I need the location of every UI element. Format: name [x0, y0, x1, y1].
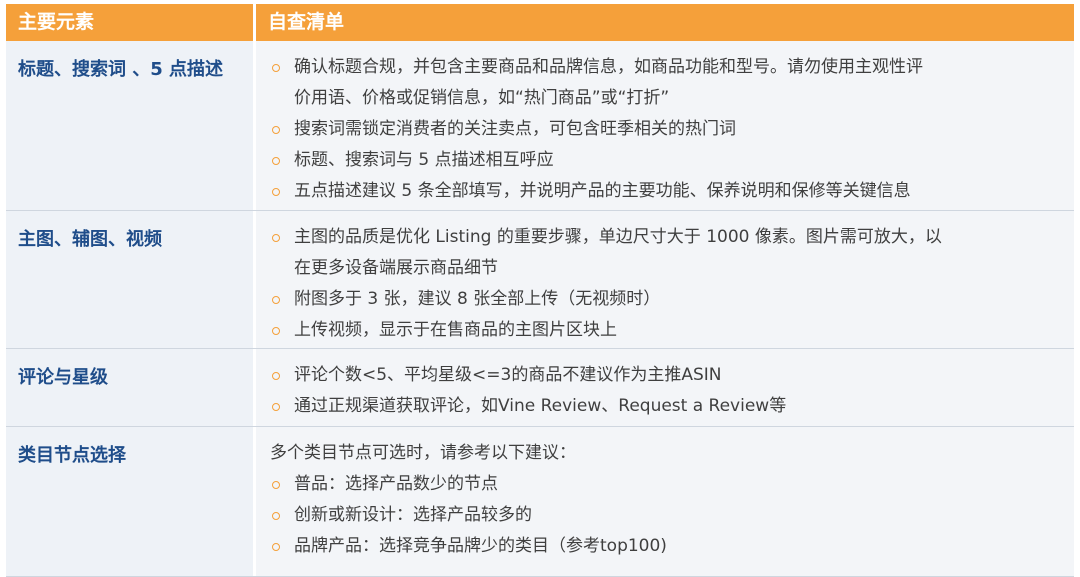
- table-row: 主图、辅图、视频 主图的品质是优化 Listing 的重要步骤，单边尺寸大于 10…: [6, 211, 1074, 349]
- checklist-item: 五点描述建议 5 条全部填写，并说明产品的主要功能、保养说明和保修等关键信息: [270, 176, 1074, 207]
- row-element-label: 类目节点选择: [6, 427, 256, 576]
- row-checklist: 主图的品质是优化 Listing 的重要步骤，单边尺寸大于 1000 像素。图片…: [256, 211, 1074, 348]
- checklist-item-text: 在更多设备端展示商品细节: [294, 258, 498, 278]
- table-row: 标题、搜索词 、5 点描述 确认标题合规，并包含主要商品和品牌信息，如商品功能和型…: [6, 41, 1074, 211]
- checklist-text: 多个类目节点可选时，请参考以下建议：: [270, 438, 1074, 469]
- checklist-item-text: 品牌产品：选择竞争品牌少的类目（参考top100): [294, 536, 667, 556]
- table-header: 主要元素 自查清单: [6, 4, 1074, 41]
- circle-bullet-icon: [272, 543, 280, 551]
- checklist-item-text: 评论个数<5、平均星级<=3的商品不建议作为主推ASIN: [294, 365, 722, 385]
- row-element-label: 标题、搜索词 、5 点描述: [6, 41, 256, 210]
- checklist-table: 主要元素 自查清单 标题、搜索词 、5 点描述 确认标题合规，并包含主要商品和品牌…: [6, 4, 1074, 577]
- checklist-item: 主图的品质是优化 Listing 的重要步骤，单边尺寸大于 1000 像素。图片…: [270, 222, 1074, 253]
- checklist-item: 创新或新设计：选择产品较多的: [270, 500, 1074, 531]
- circle-bullet-icon: [272, 296, 280, 304]
- circle-bullet-icon: [272, 64, 280, 72]
- row-checklist: 多个类目节点可选时，请参考以下建议： 普品：选择产品数少的节点创新或新设计：选择产…: [256, 427, 1074, 576]
- row-element-label: 主图、辅图、视频: [6, 211, 256, 348]
- circle-bullet-icon: [272, 157, 280, 165]
- checklist-item-text: 通过正规渠道获取评论，如Vine Review、Request a Review…: [294, 396, 787, 416]
- checklist-item-text: 创新或新设计：选择产品较多的: [294, 505, 532, 525]
- row-checklist: 评论个数<5、平均星级<=3的商品不建议作为主推ASIN 通过正规渠道获取评论，如…: [256, 349, 1074, 426]
- checklist-item-text: 五点描述建议 5 条全部填写，并说明产品的主要功能、保养说明和保修等关键信息: [294, 181, 911, 201]
- checklist-item-text: 附图多于 3 张，建议 8 张全部上传（无视频时）: [294, 289, 661, 309]
- circle-bullet-icon: [272, 403, 280, 411]
- checklist-item: 通过正规渠道获取评论，如Vine Review、Request a Review…: [270, 391, 1074, 422]
- checklist-item: 评论个数<5、平均星级<=3的商品不建议作为主推ASIN: [270, 360, 1074, 391]
- circle-bullet-icon: [272, 372, 280, 380]
- header-element-column: 主要元素: [6, 4, 256, 41]
- row-checklist: 确认标题合规，并包含主要商品和品牌信息，如商品功能和型号。请勿使用主观性评 价用语…: [256, 41, 1074, 210]
- checklist-item-text: 确认标题合规，并包含主要商品和品牌信息，如商品功能和型号。请勿使用主观性评: [294, 57, 923, 77]
- circle-bullet-icon: [272, 327, 280, 335]
- checklist-item: 普品：选择产品数少的节点: [270, 469, 1074, 500]
- checklist-item: 品牌产品：选择竞争品牌少的类目（参考top100): [270, 531, 1074, 562]
- checklist-item-text: 价用语、价格或促销信息，如“热门商品”或“打折”: [294, 88, 670, 108]
- checklist-item: 确认标题合规，并包含主要商品和品牌信息，如商品功能和型号。请勿使用主观性评: [270, 52, 1074, 83]
- checklist-item-text: 上传视频，显示于在售商品的主图片区块上: [294, 320, 617, 340]
- header-checklist-column: 自查清单: [256, 4, 1074, 41]
- checklist-item-text: 普品：选择产品数少的节点: [294, 474, 498, 494]
- checklist-item: 附图多于 3 张，建议 8 张全部上传（无视频时）: [270, 284, 1074, 315]
- checklist-item: 标题、搜索词与 5 点描述相互呼应: [270, 145, 1074, 176]
- row-element-label: 评论与星级: [6, 349, 256, 426]
- checklist-item-text: 搜索词需锁定消费者的关注卖点，可包含旺季相关的热门词: [294, 119, 736, 139]
- checklist-item: 搜索词需锁定消费者的关注卖点，可包含旺季相关的热门词: [270, 114, 1074, 145]
- checklist-item-text: 标题、搜索词与 5 点描述相互呼应: [294, 150, 554, 170]
- circle-bullet-icon: [272, 188, 280, 196]
- checklist-text: 在更多设备端展示商品细节: [270, 253, 1074, 284]
- checklist-item-text: 主图的品质是优化 Listing 的重要步骤，单边尺寸大于 1000 像素。图片…: [294, 227, 942, 247]
- checklist-text: 价用语、价格或促销信息，如“热门商品”或“打折”: [270, 83, 1074, 114]
- table-row: 类目节点选择 多个类目节点可选时，请参考以下建议： 普品：选择产品数少的节点创新或新…: [6, 427, 1074, 577]
- circle-bullet-icon: [272, 234, 280, 242]
- checklist-item: 上传视频，显示于在售商品的主图片区块上: [270, 315, 1074, 346]
- checklist-item-text: 多个类目节点可选时，请参考以下建议：: [270, 443, 576, 463]
- table-body: 标题、搜索词 、5 点描述 确认标题合规，并包含主要商品和品牌信息，如商品功能和型…: [6, 41, 1074, 577]
- circle-bullet-icon: [272, 481, 280, 489]
- table-row: 评论与星级 评论个数<5、平均星级<=3的商品不建议作为主推ASIN 通过正规渠道获…: [6, 349, 1074, 427]
- circle-bullet-icon: [272, 126, 280, 134]
- circle-bullet-icon: [272, 512, 280, 520]
